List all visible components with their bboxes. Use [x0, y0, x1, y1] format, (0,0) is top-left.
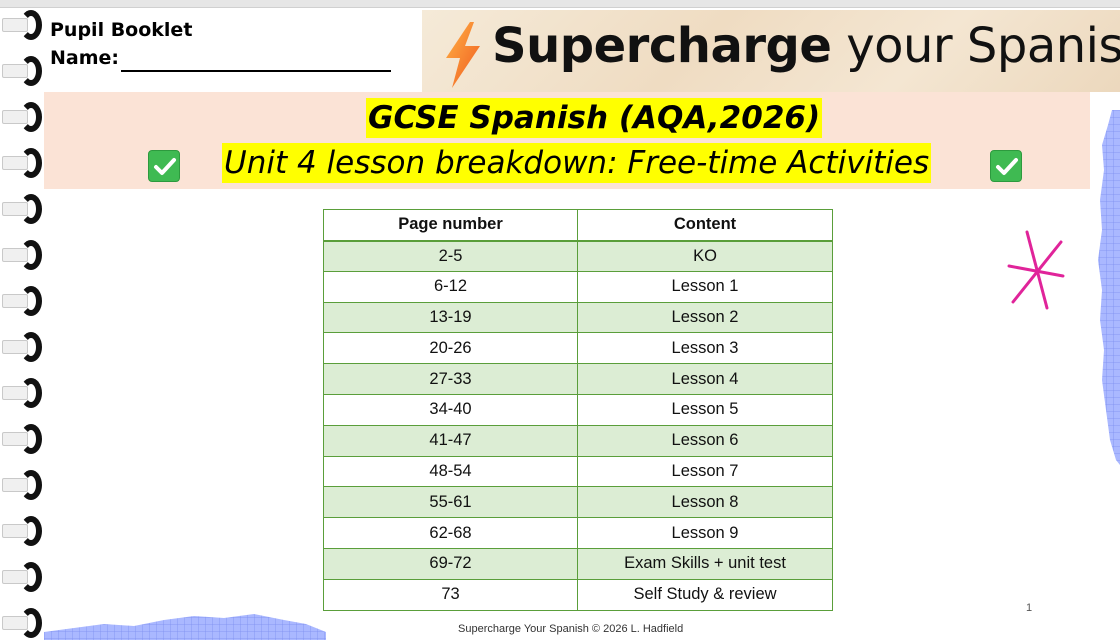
name-label: Name:: [50, 47, 120, 69]
content-cell: Self Study & review: [577, 578, 833, 611]
page-number-cell: 41-47: [323, 424, 578, 457]
spiral-ring: [2, 470, 44, 500]
content-cell: Exam Skills + unit test: [577, 547, 833, 580]
binding-coil: [20, 194, 42, 224]
column-header-page-number: Page number: [323, 209, 578, 242]
page-number-cell: 2-5: [323, 240, 578, 272]
binding-coil: [20, 470, 42, 500]
spiral-ring: [2, 56, 44, 86]
spiral-ring: [2, 332, 44, 362]
page-number-cell: 55-61: [323, 486, 578, 519]
binding-coil: [20, 102, 42, 132]
binding-coil: [20, 608, 42, 638]
page-number-cell: 6-12: [323, 270, 578, 303]
page-number-cell: 73: [323, 578, 578, 611]
table-header-row: Page number Content: [323, 209, 833, 242]
spiral-ring: [2, 240, 44, 270]
check-mark-button-icon: [148, 150, 180, 182]
content-cell: Lesson 6: [577, 424, 833, 457]
title-band: GCSE Spanish (AQA,2026) Unit 4 lesson br…: [44, 92, 1090, 189]
binding-coil: [20, 148, 42, 178]
banner-bold-text: Supercharge: [492, 18, 832, 74]
unit-title: Unit 4 lesson breakdown: Free-time Activ…: [222, 143, 932, 183]
content-cell: KO: [577, 240, 833, 272]
course-title: GCSE Spanish (AQA,2026): [366, 98, 823, 138]
booklet-info: Pupil Booklet Name:: [50, 16, 410, 72]
content-cell: Lesson 8: [577, 486, 833, 519]
table-row: 27-33 Lesson 4: [323, 363, 833, 395]
binding-coil: [20, 516, 42, 546]
table-row: 20-26 Lesson 3: [323, 332, 833, 365]
binding-coil: [20, 424, 42, 454]
content-cell: Lesson 4: [577, 363, 833, 395]
table-row: 2-5 KO: [323, 240, 833, 272]
table-row: 6-12 Lesson 1: [323, 270, 833, 303]
page-number-cell: 69-72: [323, 547, 578, 580]
spiral-ring: [2, 378, 44, 408]
spiral-ring: [2, 194, 44, 224]
page-number-cell: 13-19: [323, 301, 578, 334]
table-row: 55-61 Lesson 8: [323, 486, 833, 519]
spiral-binding: [0, 8, 46, 640]
binding-coil: [20, 562, 42, 592]
name-row: Name:: [50, 44, 410, 72]
content-cell: Lesson 2: [577, 301, 833, 334]
spiral-ring: [2, 102, 44, 132]
lightning-bolt-icon: [446, 22, 480, 88]
spiral-ring: [2, 286, 44, 316]
window-top-strip: [0, 0, 1120, 8]
spiral-ring: [2, 148, 44, 178]
binding-coil: [20, 56, 42, 86]
footer-copyright: Supercharge Your Spanish © 2026 L. Hadfi…: [458, 623, 684, 635]
graph-paper-scrap-right: [1098, 110, 1120, 465]
spiral-ring: [2, 562, 44, 592]
spiral-ring: [2, 608, 44, 638]
table-row: 62-68 Lesson 9: [323, 517, 833, 549]
name-blank-line: [121, 52, 392, 72]
binding-coil: [20, 332, 42, 362]
table-row: 34-40 Lesson 5: [323, 393, 833, 426]
check-mark-button-icon: [990, 150, 1022, 182]
page-number-cell: 27-33: [323, 363, 578, 395]
content-cell: Lesson 5: [577, 393, 833, 426]
binding-coil: [20, 286, 42, 316]
table-row: 48-54 Lesson 7: [323, 455, 833, 488]
content-cell: Lesson 1: [577, 270, 833, 303]
binding-coil: [20, 378, 42, 408]
lesson-breakdown-table: Page number Content 2-5 KO 6-12 Lesson 1 13-…: [323, 209, 833, 611]
banner-title: Supercharge your Spanish: [492, 18, 1120, 74]
binding-coil: [20, 240, 42, 270]
table-row: 13-19 Lesson 2: [323, 301, 833, 334]
spiral-ring: [2, 424, 44, 454]
content-cell: Lesson 3: [577, 332, 833, 365]
table-row: 41-47 Lesson 6: [323, 424, 833, 457]
title-banner: Supercharge your Spanish: [422, 10, 1120, 92]
page-number-cell: 62-68: [323, 517, 578, 549]
binding-coil: [20, 10, 42, 40]
table-row: 73 Self Study & review: [323, 578, 833, 611]
page-number-cell: 20-26: [323, 332, 578, 365]
column-header-content: Content: [577, 209, 833, 242]
page-number-cell: 34-40: [323, 393, 578, 426]
star-doodle-icon: [1007, 230, 1065, 310]
page-number: 1: [1026, 602, 1033, 614]
spiral-ring: [2, 10, 44, 40]
table-row: 69-72 Exam Skills + unit test: [323, 547, 833, 580]
spiral-ring: [2, 516, 44, 546]
booklet-label: Pupil Booklet: [50, 19, 193, 41]
content-cell: Lesson 9: [577, 517, 833, 549]
graph-paper-scrap-bottom: [44, 614, 326, 640]
page-number-cell: 48-54: [323, 455, 578, 488]
banner-rest-text: your Spanish: [846, 18, 1120, 74]
content-cell: Lesson 7: [577, 455, 833, 488]
